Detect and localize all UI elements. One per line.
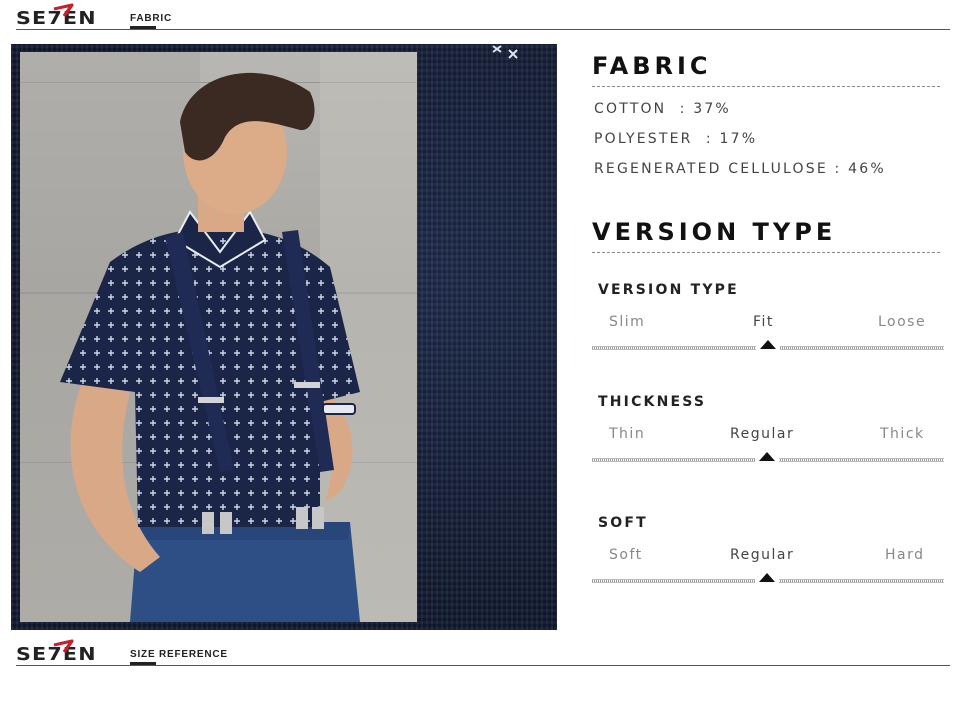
product-photo-frame [11, 44, 557, 630]
fabric-polyester: POLYESTER : 17% [594, 131, 758, 147]
option-hard: Hard [885, 547, 925, 563]
fabric-heading: FABRIC [592, 52, 712, 80]
section-tag-fabric: FABRIC [130, 13, 172, 29]
dotted-divider [592, 252, 940, 253]
dotted-divider [592, 86, 940, 87]
option-thick: Thick [880, 426, 925, 442]
section-tag-size-reference: SIZE REFERENCE [130, 649, 228, 665]
scale-title: VERSION TYPE [598, 282, 739, 298]
brand-logo[interactable]: SE7EN [16, 639, 124, 664]
selected-marker-icon [759, 573, 775, 582]
logo-red-swoosh-icon [53, 3, 74, 17]
scale-track [592, 340, 944, 353]
model-photo [20, 52, 417, 622]
option-soft: Soft [609, 547, 643, 563]
header-rule [16, 665, 950, 666]
fabric-regenerated-cellulose: REGENERATED CELLULOSE : 46% [594, 161, 886, 177]
scale-version-type: VERSION TYPE Slim Fit Loose [592, 282, 944, 353]
option-thin: Thin [609, 426, 646, 442]
scale-track [592, 573, 944, 586]
bottom-brand-bar: SE7EN SIZE REFERENCE [16, 638, 950, 666]
fabric-pattern-mark [492, 45, 518, 59]
brand-logo[interactable]: SE7EN [16, 3, 124, 28]
fabric-panel: FABRIC COTTON : 37% POLYESTER : 17% REGE… [592, 52, 940, 177]
scale-title: SOFT [598, 515, 648, 531]
scale-thickness: THICKNESS Thin Regular Thick [592, 394, 944, 465]
scale-title: THICKNESS [598, 394, 707, 410]
model-illustration [20, 52, 417, 622]
option-fit: Fit [753, 314, 774, 330]
scale-track [592, 452, 944, 465]
option-loose: Loose [878, 314, 927, 330]
option-regular: Regular [730, 426, 795, 442]
option-regular: Regular [730, 547, 795, 563]
top-brand-bar: SE7EN FABRIC [16, 2, 950, 30]
version-type-heading: VERSION TYPE [592, 218, 837, 246]
header-rule [16, 29, 950, 30]
selected-marker-icon [759, 452, 775, 461]
version-panel: VERSION TYPE [592, 218, 940, 253]
scale-options: Slim Fit Loose [592, 314, 944, 334]
option-slim: Slim [609, 314, 646, 330]
scale-soft: SOFT Soft Regular Hard [592, 515, 944, 586]
selected-marker-icon [760, 340, 776, 349]
logo-red-swoosh-icon [53, 639, 74, 653]
scale-options: Soft Regular Hard [592, 547, 944, 567]
scale-options: Thin Regular Thick [592, 426, 944, 446]
fabric-cotton: COTTON : 37% [594, 101, 731, 117]
